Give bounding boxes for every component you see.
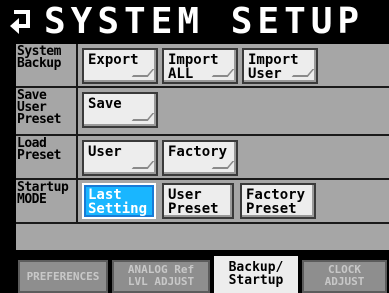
return-arrow-icon-graphic <box>10 10 30 34</box>
save-button[interactable]: Save <box>82 92 158 128</box>
import-user-button-label: Import User <box>248 52 299 82</box>
return-arrow-icon[interactable] <box>6 6 38 38</box>
user-preset-button-label: User Preset <box>168 187 219 217</box>
button-corner-icon <box>131 69 155 77</box>
system-setup-screen: SYSTEM SETUP System Backup Export Import A… <box>0 0 389 293</box>
save-user-preset-row: Save User Preset Save <box>16 88 389 136</box>
button-corner-icon <box>131 113 155 121</box>
settings-panel: System Backup Export Import ALL Import User… <box>16 44 389 250</box>
last-setting-button-label: Last Setting <box>88 187 148 217</box>
startup-mode-label: Startup MODE <box>16 180 78 222</box>
tab-analog-ref-label: ANALOG Ref LVL ADJUST <box>127 263 195 288</box>
last-setting-button[interactable]: Last Setting <box>82 183 156 219</box>
export-button-label: Export <box>88 52 139 68</box>
system-backup-label: System Backup <box>16 44 78 86</box>
load-user-button-label: User <box>88 144 122 160</box>
tab-backup-startup[interactable]: Backup/Startup <box>214 256 298 293</box>
tab-clock-adjust-label: CLOCK ADJUST <box>324 263 365 288</box>
tab-preferences[interactable]: PREFERENCES <box>18 260 108 293</box>
tab-bar: PREFERENCES ANALOG Ref LVL ADJUST Backup/… <box>16 252 389 293</box>
save-user-preset-label: Save User Preset <box>16 88 78 134</box>
tab-analog-ref[interactable]: ANALOG Ref LVL ADJUST <box>112 260 210 293</box>
startup-mode-row: Startup MODE Last Setting User Preset Facto… <box>16 180 389 224</box>
tab-clock-adjust[interactable]: CLOCK ADJUST <box>302 260 387 293</box>
load-preset-row: Load Preset User Factory <box>16 136 389 180</box>
button-corner-icon <box>211 69 235 77</box>
import-user-button[interactable]: Import User <box>242 48 318 84</box>
screen-title: SYSTEM SETUP <box>44 1 365 42</box>
button-corner-icon <box>291 69 315 77</box>
title-bar: SYSTEM SETUP <box>0 0 389 44</box>
user-preset-button[interactable]: User Preset <box>162 183 234 219</box>
import-all-button-label: Import ALL <box>168 52 219 82</box>
factory-preset-button[interactable]: Factory Preset <box>240 183 316 219</box>
button-corner-icon <box>211 161 235 169</box>
load-factory-button[interactable]: Factory <box>162 140 238 176</box>
tab-backup-startup-label: Backup/Startup <box>228 260 284 288</box>
button-corner-icon <box>131 161 155 169</box>
save-button-label: Save <box>88 96 122 112</box>
system-backup-row: System Backup Export Import ALL Import User <box>16 44 389 88</box>
load-user-button[interactable]: User <box>82 140 158 176</box>
factory-preset-button-label: Factory Preset <box>246 187 306 217</box>
load-factory-button-label: Factory <box>168 144 228 160</box>
load-preset-label: Load Preset <box>16 136 78 178</box>
export-button[interactable]: Export <box>82 48 158 84</box>
import-all-button[interactable]: Import ALL <box>162 48 238 84</box>
tab-preferences-label: PREFERENCES <box>26 270 100 283</box>
